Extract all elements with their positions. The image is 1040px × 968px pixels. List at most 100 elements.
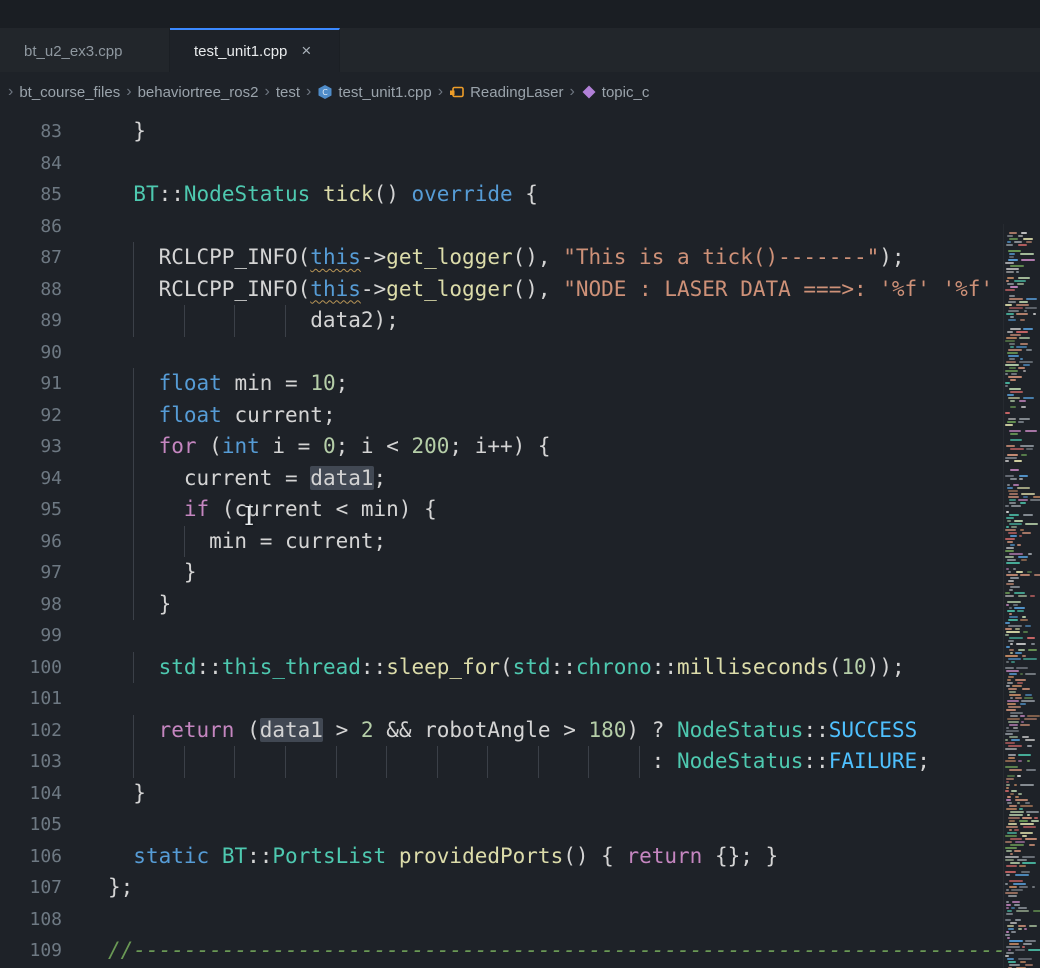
minimap-line bbox=[1018, 277, 1030, 279]
tab-bt-u2-ex3[interactable]: bt_u2_ex3.cpp bbox=[0, 28, 170, 72]
code-line[interactable]: 97 } bbox=[0, 557, 1040, 589]
code-line[interactable]: 86 bbox=[0, 211, 1040, 243]
minimap-line bbox=[1005, 370, 1018, 372]
code-line[interactable]: 109//-----------------------------------… bbox=[0, 935, 1040, 967]
minimap-line bbox=[1021, 493, 1035, 495]
code-line[interactable]: 87 RCLCPP_INFO(this->get_logger(), "This… bbox=[0, 242, 1040, 274]
indent-guide bbox=[588, 746, 589, 778]
minimap[interactable] bbox=[1003, 224, 1040, 968]
code-line[interactable]: 92 float current; bbox=[0, 400, 1040, 432]
code-line[interactable]: 96 min = current; bbox=[0, 526, 1040, 558]
line-number: 85 bbox=[0, 179, 62, 211]
minimap-line bbox=[1018, 595, 1027, 597]
code-line[interactable]: 85 BT::NodeStatus tick() override { bbox=[0, 179, 1040, 211]
minimap-line bbox=[1014, 592, 1025, 594]
code-line[interactable]: 98 } bbox=[0, 589, 1040, 621]
code-line[interactable]: 102 return (data1 > 2 && robotAngle > 18… bbox=[0, 715, 1040, 747]
minimap-line bbox=[1009, 820, 1015, 822]
code-editor[interactable]: 83 }8485 BT::NodeStatus tick() override … bbox=[0, 112, 1040, 968]
minimap-line bbox=[1019, 361, 1033, 363]
minimap-line bbox=[1009, 295, 1015, 297]
code-line[interactable]: 93 for (int i = 0; i < 200; i++) { bbox=[0, 431, 1040, 463]
breadcrumb-item-behaviortree-ros2[interactable]: behaviortree_ros2 bbox=[138, 84, 259, 101]
code-line[interactable]: 108 bbox=[0, 904, 1040, 936]
code-line[interactable]: 103 : NodeStatus::FAILURE; bbox=[0, 746, 1040, 778]
breadcrumb-item-bt-course-files[interactable]: bt_course_files bbox=[19, 84, 120, 101]
minimap-line bbox=[1007, 352, 1018, 354]
minimap-line bbox=[1015, 919, 1021, 921]
minimap-line bbox=[1009, 343, 1015, 345]
code-line[interactable]: 104 } bbox=[0, 778, 1040, 810]
minimap-line bbox=[1007, 601, 1021, 603]
code-line[interactable]: 99 bbox=[0, 620, 1040, 652]
code-line[interactable]: 106 static BT::PortsList providedPorts()… bbox=[0, 841, 1040, 873]
breadcrumb-item-readinglaser[interactable]: ReadingLaser bbox=[449, 84, 563, 101]
tab-test-unit1[interactable]: test_unit1.cpp × bbox=[170, 28, 340, 72]
minimap-line bbox=[1009, 724, 1018, 726]
code-line[interactable]: 89 data2); bbox=[0, 305, 1040, 337]
indent-guide bbox=[133, 526, 134, 558]
minimap-line bbox=[1005, 655, 1018, 657]
minimap-line bbox=[1010, 439, 1022, 441]
indent-guide bbox=[133, 368, 134, 400]
minimap-line bbox=[1005, 556, 1014, 558]
minimap-line bbox=[1021, 721, 1024, 723]
code-line-text: float min = 10; bbox=[108, 368, 1040, 400]
code-line[interactable]: 88 RCLCPP_INFO(this->get_logger(), "NODE… bbox=[0, 274, 1040, 306]
indent-guide bbox=[437, 746, 438, 778]
code-line[interactable]: 90 bbox=[0, 337, 1040, 369]
minimap-line bbox=[1011, 907, 1015, 909]
minimap-line bbox=[1005, 628, 1012, 630]
minimap-line bbox=[1006, 787, 1009, 789]
minimap-line bbox=[1031, 643, 1035, 645]
minimap-line bbox=[1025, 307, 1037, 309]
minimap-line bbox=[1007, 958, 1014, 960]
minimap-line bbox=[1025, 964, 1033, 966]
minimap-line bbox=[1025, 523, 1038, 525]
code-line[interactable]: 84 bbox=[0, 148, 1040, 180]
minimap-line bbox=[1008, 895, 1017, 897]
minimap-line bbox=[1005, 622, 1010, 624]
minimap-line bbox=[1005, 424, 1013, 426]
minimap-line bbox=[1018, 244, 1027, 246]
breadcrumb-item-topic-c[interactable]: topic_c bbox=[581, 84, 650, 101]
minimap-line bbox=[1019, 418, 1030, 420]
code-line[interactable]: 105 bbox=[0, 809, 1040, 841]
minimap-line bbox=[1011, 739, 1020, 741]
code-line[interactable]: 107}; bbox=[0, 872, 1040, 904]
minimap-line bbox=[1017, 487, 1030, 489]
minimap-line bbox=[1005, 859, 1014, 861]
minimap-line bbox=[1008, 376, 1022, 378]
minimap-line bbox=[1015, 652, 1022, 654]
minimap-line bbox=[1014, 280, 1026, 282]
code-line[interactable]: 91 float min = 10; bbox=[0, 368, 1040, 400]
minimap-line bbox=[1010, 334, 1021, 336]
minimap-line bbox=[1005, 739, 1008, 741]
minimap-line bbox=[1007, 910, 1012, 912]
minimap-line bbox=[1005, 595, 1014, 597]
breadcrumb-item-test-unit1-cpp[interactable]: C test_unit1.cpp bbox=[317, 84, 431, 101]
minimap-line bbox=[1007, 484, 1010, 486]
minimap-line bbox=[1022, 655, 1026, 657]
code-line[interactable]: 101 bbox=[0, 683, 1040, 715]
code-line[interactable]: 95 if (current < min) { bbox=[0, 494, 1040, 526]
indent-guide bbox=[184, 526, 185, 558]
minimap-line bbox=[1006, 727, 1009, 729]
minimap-line bbox=[1009, 964, 1020, 966]
minimap-line bbox=[1006, 574, 1018, 576]
minimap-line bbox=[1016, 271, 1019, 273]
minimap-line bbox=[1011, 661, 1015, 663]
code-line[interactable]: 83 } bbox=[0, 116, 1040, 148]
minimap-line bbox=[1010, 406, 1016, 408]
code-line[interactable]: 94 current = data1; bbox=[0, 463, 1040, 495]
code-line[interactable]: 100 std::this_thread::sleep_for(std::chr… bbox=[0, 652, 1040, 684]
minimap-line bbox=[1005, 373, 1008, 375]
code-line-text bbox=[108, 904, 1040, 936]
minimap-line bbox=[1009, 880, 1023, 882]
breadcrumb-item-test[interactable]: test bbox=[276, 84, 300, 101]
minimap-line bbox=[1010, 265, 1024, 267]
breadcrumb-label: ReadingLaser bbox=[470, 84, 563, 101]
close-icon[interactable]: × bbox=[299, 41, 313, 61]
minimap-line bbox=[1034, 574, 1040, 576]
minimap-line bbox=[1009, 499, 1016, 501]
